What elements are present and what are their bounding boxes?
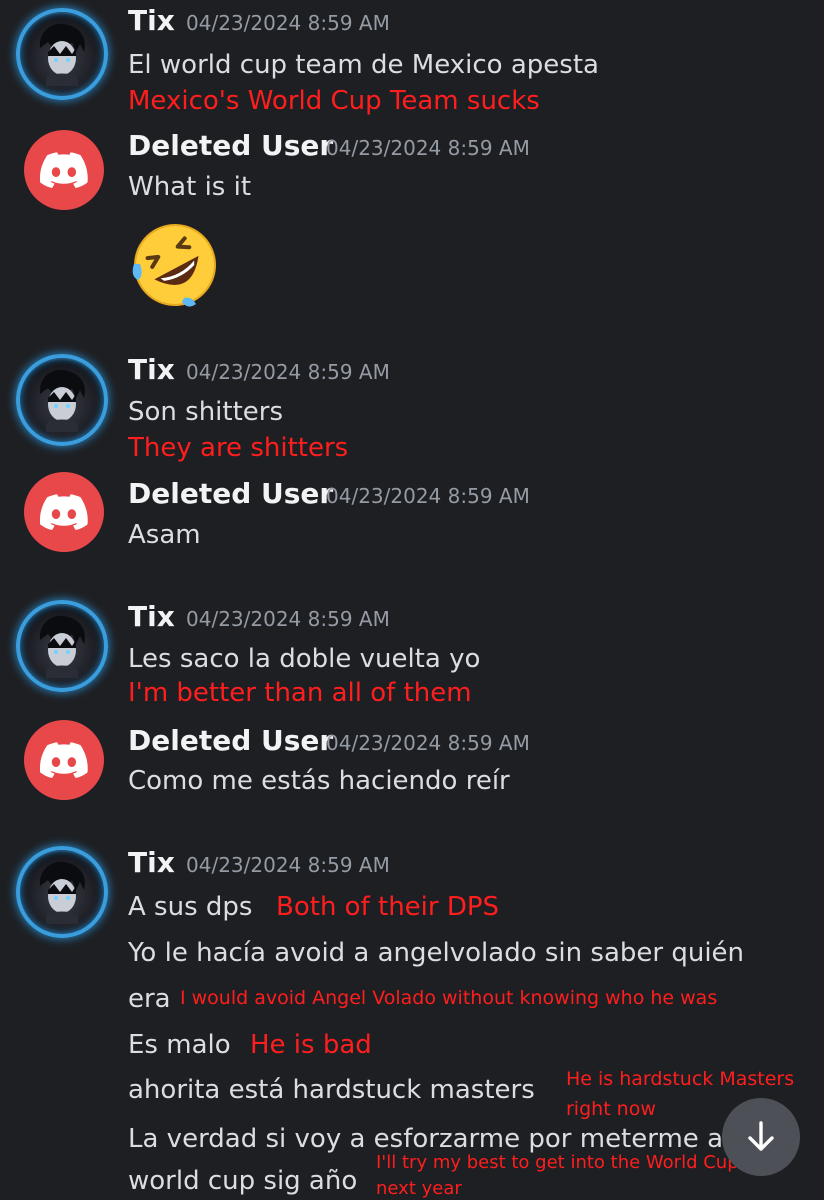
message-timestamp: 04/23/2024 8:59 AM [186,607,390,631]
message-timestamp: 04/23/2024 8:59 AM [186,853,390,877]
message-author[interactable]: Tix [128,846,175,879]
message-text: La verdad si voy a esforzarme por meterm… [128,1124,724,1154]
translation-text: next year [376,1178,462,1199]
message-author[interactable]: Tix [128,353,175,386]
message-text: ahorita está hardstuck masters [128,1075,535,1105]
avatar-tix[interactable] [16,8,108,100]
message-author[interactable]: Deleted User [128,129,333,162]
message-author[interactable]: Deleted User [128,724,333,757]
message-text: world cup sig año [128,1166,358,1196]
translation-text: They are shitters [128,433,349,463]
translation-text: He is hardstuck Masters [566,1068,795,1090]
discord-logo-icon [40,152,88,188]
message-timestamp: 04/23/2024 8:59 AM [186,360,390,384]
avatar-deleted-user[interactable] [24,130,104,210]
translation-text: I'm better than all of them [128,678,472,708]
message-text: Son shitters [128,397,284,427]
message-author[interactable]: Tix [128,600,175,633]
arrow-down-icon [748,1121,774,1151]
message-text: Yo le hacía avoid a angelvolado sin sabe… [128,938,745,968]
avatar-deleted-user[interactable] [24,472,104,552]
translation-text: right now [566,1098,656,1120]
message-text: What is it [128,172,252,202]
message-author[interactable]: Deleted User [128,477,333,510]
message-text: era [128,984,171,1014]
translation-text: Mexico's World Cup Team sucks [128,86,540,116]
message-timestamp: 04/23/2024 8:59 AM [186,11,390,35]
avatar-deleted-user[interactable] [24,720,104,800]
translation-text: He is bad [250,1030,372,1060]
message-text: A sus dps [128,892,253,922]
message-text: Es malo [128,1030,231,1060]
message-text: Asam [128,520,201,550]
message-text: El world cup team de Mexico apesta [128,50,599,80]
tix-avatar-art [39,369,85,432]
avatar-tix[interactable] [16,354,108,446]
discord-logo-icon [40,494,88,530]
scroll-to-bottom-button[interactable] [722,1098,800,1176]
tix-avatar-art [39,23,85,86]
translation-text: I'll try my best to get into the World C… [376,1152,739,1173]
message-author[interactable]: Tix [128,4,175,37]
message-text: Como me estás haciendo reír [128,766,510,796]
translation-text: I would avoid Angel Volado without knowi… [180,987,718,1009]
message-text: Les saco la doble vuelta yo [128,644,481,674]
message-timestamp: 04/23/2024 8:59 AM [326,731,530,755]
avatar-tix[interactable] [16,846,108,938]
tix-avatar-art [39,615,85,678]
message-timestamp: 04/23/2024 8:59 AM [326,484,530,508]
message-timestamp: 04/23/2024 8:59 AM [326,136,530,160]
translation-text: Both of their DPS [276,892,500,922]
tix-avatar-art [39,861,85,924]
avatar-tix[interactable] [16,600,108,692]
rolling-on-floor-laughing-icon [132,224,216,307]
discord-logo-icon [40,742,88,778]
